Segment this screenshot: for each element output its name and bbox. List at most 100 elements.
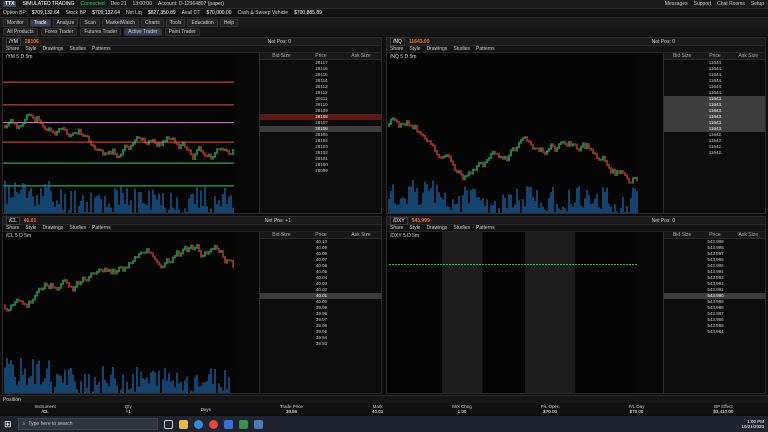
volume-bar (518, 200, 520, 213)
volume-bar (514, 204, 516, 213)
store-icon[interactable] (223, 419, 233, 429)
task-view-icon[interactable] (163, 419, 173, 429)
style-button[interactable]: Style (409, 225, 420, 231)
ladder-row[interactable]: 28099 (260, 168, 381, 174)
symbol-input[interactable]: /DXY (390, 217, 408, 225)
chart-title: /DXY 5 D 5m (390, 233, 420, 239)
symbol-input[interactable]: /CL (6, 217, 20, 225)
price-axis (234, 53, 258, 213)
patterns-button[interactable]: Patterns (476, 46, 495, 52)
studies-button[interactable]: Studies (69, 225, 86, 231)
volume-bar (206, 206, 208, 213)
price-ladder[interactable]: Bid Size Price Ask Size 11644. 11644. 11644.… (663, 53, 765, 213)
chart-title: /NQ 5 D 5m (390, 54, 417, 60)
style-button[interactable]: Style (25, 225, 36, 231)
volume-bar (562, 206, 564, 213)
tab-help[interactable]: Help (219, 18, 239, 27)
volume-bar (140, 191, 142, 213)
volume-bar (90, 192, 92, 213)
symbol-input[interactable]: /NQ (390, 38, 405, 46)
price-ladder[interactable]: Bid Size Price Ask Size 28117 28116 28115 281… (259, 53, 381, 213)
quad-dxy: /DXY 543.999 Net Pos: 0 Share Style Draw… (386, 216, 766, 394)
chat-rooms-link[interactable]: Chat Rooms (717, 1, 745, 7)
style-button[interactable]: Style (409, 46, 420, 52)
price-chart[interactable]: /YM 5 D 5m (3, 53, 258, 213)
share-button[interactable]: Share (6, 225, 19, 231)
share-button[interactable]: Share (390, 46, 403, 52)
support-link[interactable]: Support (694, 1, 712, 7)
tab-tools[interactable]: Tools (165, 18, 186, 27)
studies-button[interactable]: Studies (69, 46, 86, 52)
session-band (525, 232, 576, 393)
subtab-futures-trader[interactable]: Futures Trader (80, 27, 122, 36)
price-chart[interactable]: /CL 5 D 5m (3, 232, 258, 393)
price-ladder[interactable]: Bid Size Price Ask Size 40.10 40.09 40.08 40.… (259, 232, 381, 393)
connection-status: Connected (80, 1, 105, 7)
volume-bar (70, 367, 72, 393)
tab-charts[interactable]: Charts (141, 18, 164, 27)
thinkorswim-icon[interactable] (238, 419, 248, 429)
setup-link[interactable]: Setup (751, 1, 764, 7)
volume-bar (102, 366, 104, 393)
volume-bar (534, 201, 536, 213)
volume-bar (208, 212, 210, 213)
volume-bar (598, 207, 600, 213)
volume-bar (224, 370, 226, 393)
tab-education[interactable]: Education (187, 18, 218, 27)
subtab-all-products[interactable]: All Products (3, 27, 38, 36)
drawings-button[interactable]: Drawings (42, 225, 63, 231)
price-chart[interactable]: /DXY 5 D 5m (387, 232, 662, 393)
position-bar[interactable]: Position (0, 395, 768, 403)
subtab-active-trader[interactable]: Active Trader (124, 27, 162, 36)
volume-bar (54, 206, 56, 213)
taskbar-search-input[interactable]: ⌕ Type here to search (17, 418, 158, 430)
pos-col-mark-change: Mrk Chng 1.00 (452, 404, 472, 414)
volume-bar (558, 208, 560, 213)
symbol-input[interactable]: /YM (6, 38, 21, 46)
tab-marketwatch[interactable]: MarketWatch (101, 18, 140, 27)
volume-bar (406, 203, 408, 213)
file-explorer-icon[interactable] (178, 419, 188, 429)
tab-scan[interactable]: Scan (80, 18, 100, 27)
tab-trade[interactable]: Trade (29, 18, 51, 27)
drawings-button[interactable]: Drawings (426, 225, 447, 231)
drawings-button[interactable]: Drawings (42, 46, 63, 52)
studies-button[interactable]: Studies (453, 225, 470, 231)
tab-analyze[interactable]: Analyze (52, 18, 79, 27)
share-button[interactable]: Share (6, 46, 19, 52)
title-bar: TTX SIMULATED TRADING Connected Dec 21 1… (0, 0, 768, 9)
share-button[interactable]: Share (390, 225, 403, 231)
volume-bar (156, 199, 158, 213)
ladder-row[interactable]: 11642. (664, 150, 765, 156)
volume-bar (590, 203, 592, 213)
chrome-icon[interactable] (208, 419, 218, 429)
ladder-row[interactable]: 543.984 (664, 329, 765, 335)
volume-bar (484, 205, 486, 213)
volume-bar (420, 204, 422, 213)
patterns-button[interactable]: Patterns (92, 225, 111, 231)
price-chart[interactable]: /NQ 5 D 5m (387, 53, 662, 213)
tab-monitor[interactable]: Monitor (3, 18, 28, 27)
volume-bar (222, 193, 224, 213)
studies-button[interactable]: Studies (453, 46, 470, 52)
volume-bar (186, 211, 188, 213)
patterns-button[interactable]: Patterns (476, 225, 495, 231)
style-button[interactable]: Style (25, 46, 36, 52)
quad-header: /YM 28106 Net Pos: 0 (3, 38, 381, 46)
price-ladder[interactable]: Bid Size Price Ask Size 543.999 543.998 543.… (663, 232, 765, 393)
edge-browser-icon[interactable] (193, 419, 203, 429)
taskbar-clock[interactable]: 1:00 PM 10/21/2020 (741, 419, 768, 429)
volume-bar (396, 205, 398, 213)
volume-bar (4, 367, 6, 393)
chart-title: /CL 5 D 5m (6, 233, 32, 239)
account-id[interactable]: Account: D-12964807 (paper) (158, 1, 224, 7)
subtab-paint-trader[interactable]: Paint Trader (164, 27, 200, 36)
drawings-button[interactable]: Drawings (426, 46, 447, 52)
app-icon[interactable] (253, 419, 263, 429)
messages-link[interactable]: Messages (665, 1, 688, 7)
volume-bar (166, 212, 168, 213)
ladder-row[interactable]: 39.93 (260, 341, 381, 347)
patterns-button[interactable]: Patterns (92, 46, 111, 52)
windows-start-icon[interactable]: ⊞ (4, 419, 12, 430)
subtab-forex-trader[interactable]: Forex Trader (40, 27, 78, 36)
